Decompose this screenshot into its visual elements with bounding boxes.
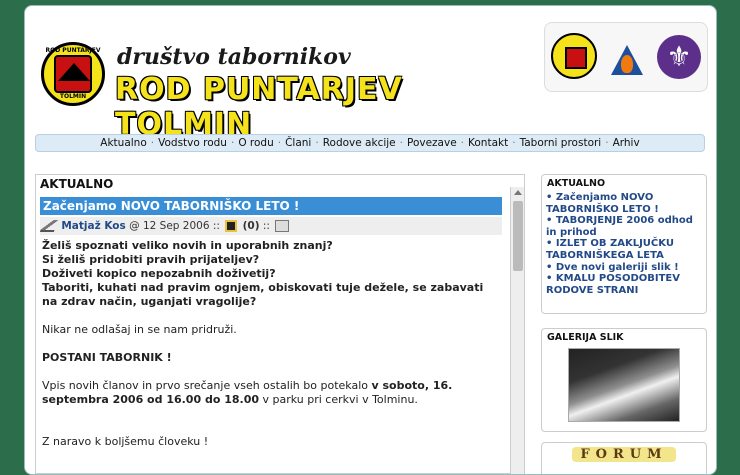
gallery-thumbnail[interactable] xyxy=(568,348,680,422)
nav-item-5[interactable]: Povezave xyxy=(404,137,460,149)
sidebar-aktualno-item[interactable]: IZLET OB ZAKLJUČKU TABORNIŠKEGA LETA xyxy=(546,238,702,261)
print-icon[interactable] xyxy=(275,220,290,232)
scroll-up-icon[interactable] xyxy=(514,190,522,195)
section-title: AKTUALNO xyxy=(40,177,114,191)
site-tagline: društvo tabornikov xyxy=(117,44,351,70)
pen-icon xyxy=(39,220,59,232)
sidebar-aktualno: AKTUALNO Začenjamo NOVO TABORNIŠKO LETO … xyxy=(541,174,707,314)
sidebar-aktualno-list: Začenjamo NOVO TABORNIŠKO LETO !TABORJEN… xyxy=(542,192,706,300)
vpis-c: v parku pri cerkvi v Tolminu. xyxy=(259,393,418,406)
sidebar-gallery-title: GALERIJA SLIK xyxy=(547,332,624,343)
main-navigation: Aktualno · Vodstvo rodu · O rodu · Člani · Rodov… xyxy=(35,134,705,152)
logo-text-bottom: TOLMIN xyxy=(59,93,87,100)
nav-item-6[interactable]: Kontakt xyxy=(465,137,511,149)
nav-item-7[interactable]: Taborni prostori xyxy=(517,137,605,149)
sidebar-aktualno-item[interactable]: TABORJENJE 2006 odhod in prihod xyxy=(546,215,702,238)
site-logo[interactable]: ROD PUNTARJEV TOLMIN društvo tabornikov … xyxy=(35,22,535,142)
zts-badge-icon[interactable] xyxy=(603,31,651,83)
article-line xyxy=(42,309,500,323)
article-line: Si želiš pridobiti pravih prijateljev? xyxy=(42,253,260,266)
comment-icon[interactable] xyxy=(225,220,238,232)
article-closing: Z naravo k boljšemu človeku ! xyxy=(42,435,209,448)
article-line: Želiš spoznati veliko novih in uporabnih… xyxy=(42,239,333,252)
article-author[interactable]: Matjaž Kos xyxy=(61,220,125,232)
sidebar-gallery: GALERIJA SLIK xyxy=(541,328,707,432)
sidebar-aktualno-item[interactable]: KMALU POSODOBITEV RODOVE STRANI xyxy=(546,273,702,296)
article-date: 12 Sep 2006 xyxy=(142,220,210,232)
nav-item-3[interactable]: Člani xyxy=(282,137,314,149)
article-line: Taboriti, kuhati nad pravim ognjem, obis… xyxy=(42,281,484,308)
article-lines: Želiš spoznati veliko novih in uporabnih… xyxy=(42,239,500,365)
nav-separator: · xyxy=(605,137,609,149)
meta-separator: :: xyxy=(212,220,220,232)
nav-separator: · xyxy=(315,137,319,149)
partner-badges: ⚜ xyxy=(544,22,708,92)
sidebar-aktualno-title: AKTUALNO xyxy=(547,178,606,189)
sidebar-aktualno-item[interactable]: Začenjamo NOVO TABORNIŠKO LETO ! xyxy=(546,192,702,215)
flame-icon xyxy=(621,55,633,73)
logo-emblem-icon: ROD PUNTARJEV TOLMIN xyxy=(41,42,105,106)
article-line: Nikar ne odlašaj in se nam pridruži. xyxy=(42,323,237,336)
vpis-a: Vpis novih članov in prvo srečanje vseh … xyxy=(42,379,372,392)
article-line: Doživeti kopico nepozabnih doživetij? xyxy=(42,267,276,280)
page-container: ROD PUNTARJEV TOLMIN društvo tabornikov … xyxy=(24,5,717,475)
nav-separator: · xyxy=(512,137,516,149)
fleur-de-lis-icon[interactable]: ⚜ xyxy=(657,35,701,79)
house-icon xyxy=(58,63,90,81)
article-body: Želiš spoznati veliko novih in uporabnih… xyxy=(42,239,500,449)
forum-banner[interactable]: FORUM xyxy=(572,447,676,462)
article-paragraph-vpis: Vpis novih članov in prvo srečanje vseh … xyxy=(42,379,500,407)
meta-separator-2: :: xyxy=(262,220,270,232)
sidebar-forum: FORUM xyxy=(541,442,707,474)
nav-item-2[interactable]: O rodu xyxy=(235,137,276,149)
article-meta: Matjaž Kos @ 12 Sep 2006 :: (0) :: xyxy=(39,217,502,235)
nav-item-8[interactable]: Arhiv xyxy=(610,137,643,149)
article-title[interactable]: Začenjamo NOVO TABORNIŠKO LETO ! xyxy=(40,197,502,215)
nav-item-0[interactable]: Aktualno xyxy=(97,137,149,149)
date-prefix: @ xyxy=(129,220,140,232)
nav-item-4[interactable]: Rodove akcije xyxy=(320,137,399,149)
rod-badge-icon[interactable] xyxy=(551,33,597,79)
site-title: ROD PUNTARJEV TOLMIN xyxy=(115,72,403,142)
logo-text-top: ROD PUNTARJEV xyxy=(45,47,101,54)
nav-item-1[interactable]: Vodstvo rodu xyxy=(155,137,230,149)
article-line xyxy=(42,337,500,351)
main-content: AKTUALNO Začenjamo NOVO TABORNIŠKO LETO … xyxy=(35,174,525,474)
comment-count[interactable]: (0) xyxy=(243,220,260,232)
header: ROD PUNTARJEV TOLMIN društvo tabornikov … xyxy=(35,16,708,142)
scroll-thumb[interactable] xyxy=(513,201,523,271)
scrollbar[interactable] xyxy=(510,187,524,474)
article-line: POSTANI TABORNIK ! xyxy=(42,351,172,364)
sidebar-aktualno-item[interactable]: Dve novi galeriji slik ! xyxy=(546,262,702,274)
